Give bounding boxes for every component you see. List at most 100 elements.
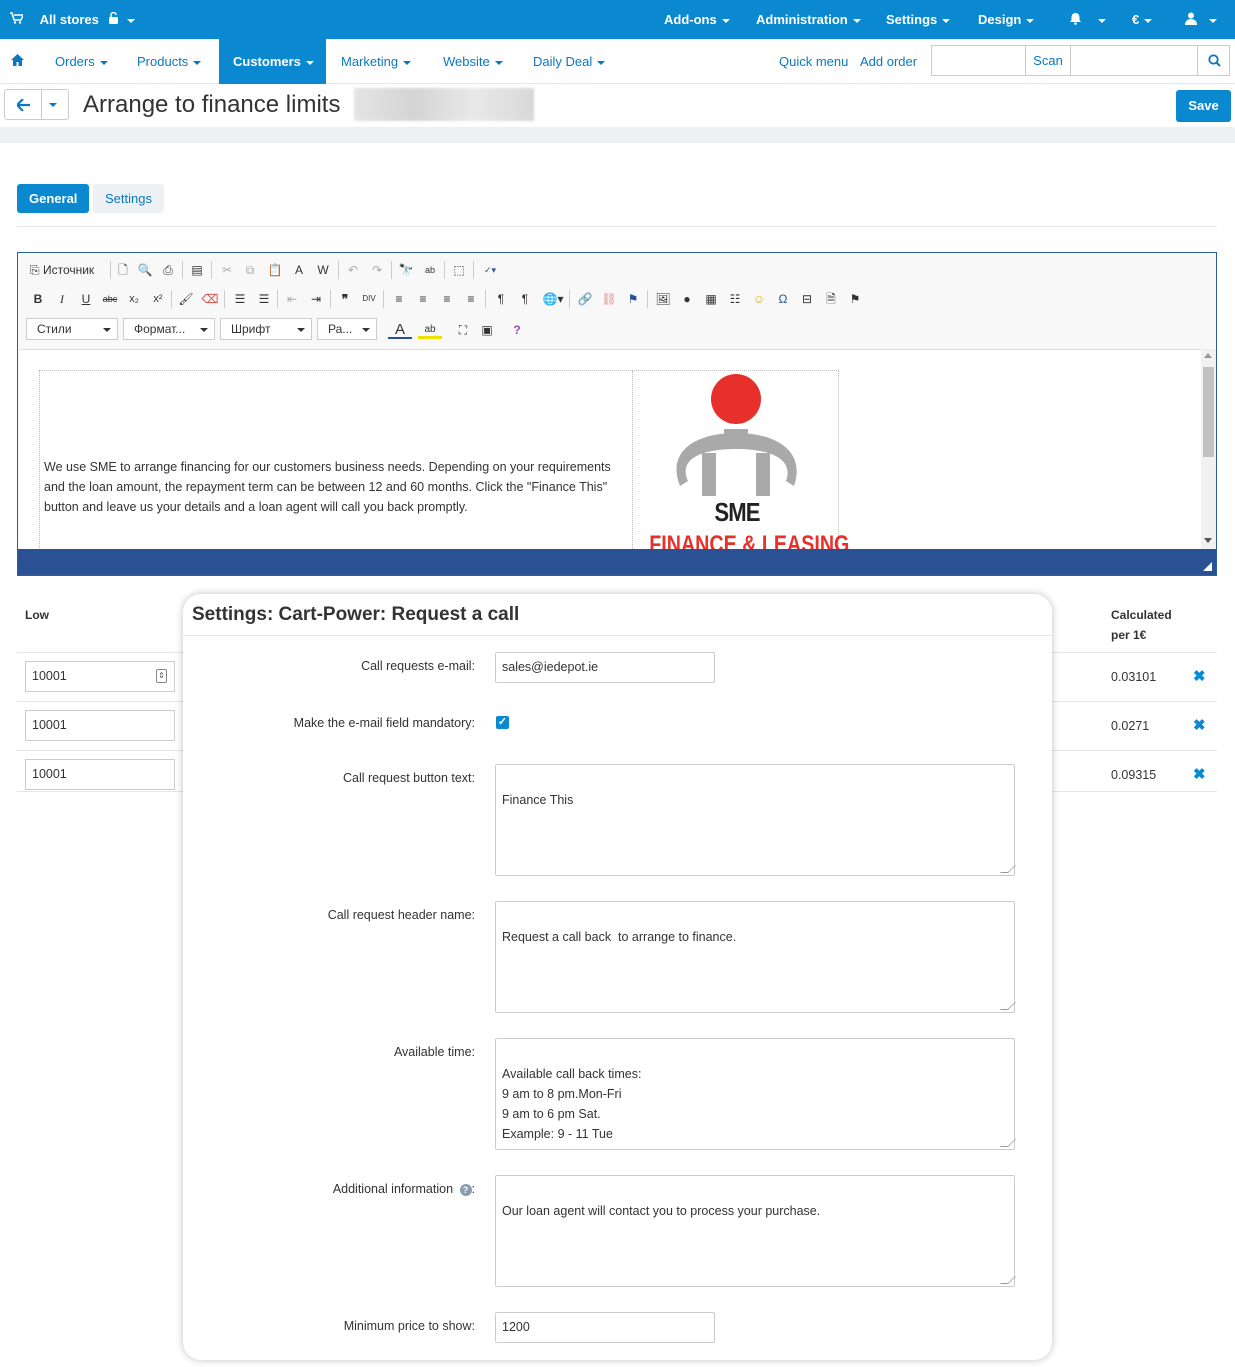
align-left-icon[interactable]: ≡: [390, 290, 408, 308]
tab-settings[interactable]: Settings: [93, 184, 164, 213]
copy-icon[interactable]: ⧉: [241, 261, 259, 279]
outdent-icon[interactable]: ⇤: [283, 290, 301, 308]
low-input[interactable]: 10001: [25, 710, 175, 741]
ltr-icon[interactable]: ¶: [492, 290, 510, 308]
background-color-icon[interactable]: ab: [418, 321, 442, 339]
scroll-down-icon[interactable]: [1204, 538, 1212, 543]
blockquote-icon[interactable]: ❞: [336, 290, 354, 308]
language-icon[interactable]: 🌐▾: [540, 290, 566, 308]
image-icon[interactable]: 🖼: [654, 290, 672, 308]
scroll-up-icon[interactable]: [1204, 353, 1212, 358]
templates-icon[interactable]: ▤: [188, 261, 206, 279]
spellcheck-icon[interactable]: ✓▾: [481, 261, 499, 279]
align-center-icon[interactable]: ≡: [414, 290, 432, 308]
help-icon[interactable]: ?: [508, 321, 526, 339]
align-right-icon[interactable]: ≡: [438, 290, 456, 308]
resize-grip-icon[interactable]: [1000, 865, 1016, 873]
settings-menu[interactable]: Settings: [886, 0, 951, 39]
spinner-icon[interactable]: ⇕: [156, 669, 167, 683]
header-name-textarea[interactable]: Request a call back to arrange to financ…: [495, 901, 1016, 1013]
save-button[interactable]: Save: [1176, 90, 1231, 122]
nav-marketing[interactable]: Marketing: [341, 39, 412, 84]
new-page-icon[interactable]: 🗋: [114, 261, 132, 279]
print-icon[interactable]: ⎙: [159, 261, 177, 279]
home-link[interactable]: [11, 39, 27, 84]
tab-general[interactable]: General: [17, 184, 90, 213]
nav-orders[interactable]: Orders: [55, 39, 108, 84]
special-char-icon[interactable]: Ω: [774, 290, 792, 308]
delete-row-icon[interactable]: ✖: [1193, 716, 1206, 734]
resize-grip-icon[interactable]: [1000, 1276, 1016, 1284]
design-menu[interactable]: Design: [978, 0, 1035, 39]
select-all-icon[interactable]: ⬚: [450, 261, 468, 279]
addons-menu[interactable]: Add-ons: [664, 0, 730, 39]
search-button[interactable]: [1197, 45, 1230, 76]
underline-icon[interactable]: U: [77, 290, 95, 308]
flash-icon[interactable]: ●: [678, 290, 696, 308]
bold-icon[interactable]: B: [29, 290, 47, 308]
anchor-icon[interactable]: ⚑: [624, 290, 642, 308]
stores-menu[interactable]: All stores: [10, 0, 136, 39]
text-color-icon[interactable]: A: [388, 321, 412, 339]
resize-handle-icon[interactable]: [1203, 562, 1212, 571]
user-menu[interactable]: [1185, 0, 1217, 39]
low-input[interactable]: 10001: [25, 661, 175, 692]
mandatory-checkbox[interactable]: ✓: [496, 716, 509, 729]
editor-content-area[interactable]: We use SME to arrange financing for our …: [19, 349, 1201, 549]
format-dropdown[interactable]: Формат...: [123, 318, 215, 340]
delete-row-icon[interactable]: ✖: [1193, 765, 1206, 783]
cut-icon[interactable]: ✂: [218, 261, 236, 279]
replace-icon[interactable]: ab: [421, 261, 439, 279]
available-time-textarea[interactable]: Available call back times: 9 am to 8 pm.…: [495, 1038, 1016, 1150]
search-input[interactable]: [931, 45, 1026, 76]
redo-icon[interactable]: ↷: [368, 261, 386, 279]
quick-menu-link[interactable]: Quick menu: [779, 39, 848, 84]
remove-format-icon[interactable]: ⌫: [201, 290, 219, 308]
bulleted-list-icon[interactable]: ☰: [255, 290, 273, 308]
notifications-menu[interactable]: [1069, 0, 1106, 39]
nav-website[interactable]: Website: [443, 39, 503, 84]
resize-grip-icon[interactable]: [1000, 1139, 1016, 1147]
scan-input[interactable]: [1070, 45, 1198, 76]
undo-icon[interactable]: ↶: [344, 261, 362, 279]
nav-daily-deal[interactable]: Daily Deal: [533, 39, 606, 84]
paste-text-icon[interactable]: A: [290, 261, 308, 279]
iframe-icon[interactable]: 🗎: [822, 290, 840, 308]
maximize-icon[interactable]: ⛶: [454, 321, 472, 339]
find-icon[interactable]: 🔭: [397, 261, 415, 279]
rtl-icon[interactable]: ¶: [516, 290, 534, 308]
create-div-icon[interactable]: DIV: [360, 290, 378, 308]
page-break-icon[interactable]: ⊟: [798, 290, 816, 308]
email-field[interactable]: sales@iedepot.ie: [495, 652, 715, 683]
delete-row-icon[interactable]: ✖: [1193, 667, 1206, 685]
question-circle-icon[interactable]: ?: [459, 1184, 472, 1196]
smiley-icon[interactable]: ☺: [750, 290, 768, 308]
unlink-icon[interactable]: ⛓: [600, 290, 618, 308]
min-price-field[interactable]: 1200: [495, 1312, 715, 1343]
link-icon[interactable]: 🔗: [576, 290, 594, 308]
back-dropdown-button[interactable]: [42, 89, 69, 120]
button-text-textarea[interactable]: Finance This: [495, 764, 1016, 876]
paste-icon[interactable]: 📋: [266, 261, 284, 279]
nav-products[interactable]: Products: [137, 39, 202, 84]
low-input[interactable]: 10001: [25, 759, 175, 790]
source-button[interactable]: ⎘ Источник: [30, 261, 110, 279]
copy-format-icon[interactable]: 🖌: [177, 290, 195, 308]
resize-grip-icon[interactable]: [1000, 1002, 1016, 1010]
font-dropdown[interactable]: Шрифт: [220, 318, 312, 340]
indent-icon[interactable]: ⇥: [307, 290, 325, 308]
scroll-thumb[interactable]: [1203, 367, 1214, 457]
italic-icon[interactable]: I: [53, 290, 71, 308]
horizontal-line-icon[interactable]: ☷: [726, 290, 744, 308]
editor-scrollbar[interactable]: [1201, 349, 1216, 549]
scan-button[interactable]: Scan: [1025, 45, 1071, 76]
strikethrough-icon[interactable]: abc: [101, 290, 119, 308]
preview-icon[interactable]: 🔍: [136, 261, 154, 279]
add-order-link[interactable]: Add order: [860, 39, 917, 84]
show-blocks-icon[interactable]: ▣: [478, 321, 496, 339]
paste-word-icon[interactable]: W: [314, 261, 332, 279]
styles-dropdown[interactable]: Стили: [26, 318, 118, 340]
justify-icon[interactable]: ≡: [462, 290, 480, 308]
font-size-dropdown[interactable]: Ра...: [317, 318, 377, 340]
flag-icon[interactable]: ⚑: [846, 290, 864, 308]
